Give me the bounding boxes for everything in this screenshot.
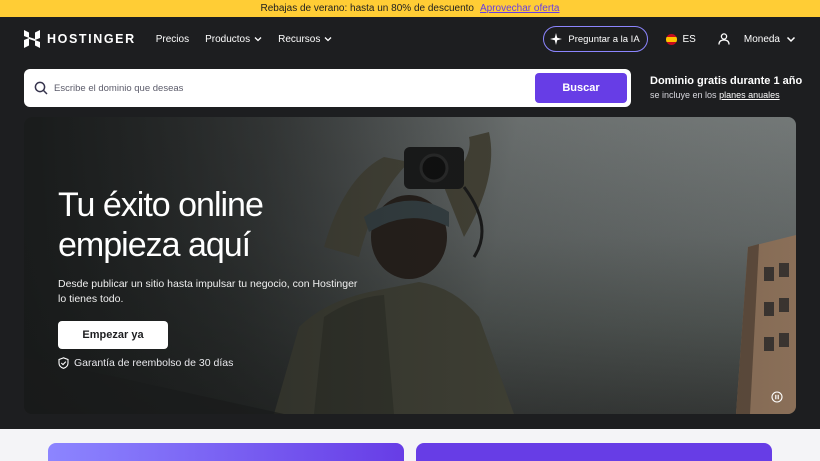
ask-ai-label: Preguntar a la IA (568, 33, 640, 45)
domain-search-bar: Buscar (24, 69, 631, 107)
feature-card-right (416, 443, 772, 461)
promo-link[interactable]: Aprovechar oferta (480, 3, 560, 14)
currency-label: Moneda (743, 33, 780, 45)
ask-ai-button[interactable]: Preguntar a la IA (542, 26, 648, 52)
nav-right: Preguntar a la IA ES Moneda (542, 26, 796, 52)
chevron-down-icon (324, 37, 332, 42)
hero-title: Tu éxito online empieza aquí (58, 185, 264, 265)
pause-icon (771, 391, 783, 403)
sparkle-icon (550, 33, 563, 45)
lower-section (0, 429, 820, 461)
free-domain-sub-text: se incluye en los (650, 90, 717, 100)
start-now-button[interactable]: Empezar ya (58, 321, 168, 349)
free-domain-promo: Dominio gratis durante 1 año se incluye … (650, 75, 802, 100)
nav-links: Precios Productos Recursos (156, 34, 333, 45)
nav-link-productos[interactable]: Productos (205, 34, 262, 45)
account-button[interactable] (718, 33, 730, 45)
nav-link-label: Precios (155, 33, 190, 45)
hero-title-line2: empieza aquí (58, 226, 251, 264)
language-label: ES (682, 33, 696, 45)
promo-banner: Rebajas de verano: hasta un 80% de descu… (0, 0, 820, 17)
nav-link-label: Productos (205, 33, 251, 45)
hero-photo (24, 117, 796, 414)
search-button[interactable]: Buscar (535, 73, 627, 103)
free-domain-subtitle: se incluye en los planes anuales (650, 90, 802, 100)
domain-search-input[interactable] (54, 82, 535, 94)
flag-es-icon (665, 33, 677, 45)
brand-logo[interactable]: HOSTINGER (24, 30, 136, 48)
feature-card-left (48, 443, 404, 461)
nav-link-precios[interactable]: Precios (156, 34, 189, 45)
user-icon (718, 33, 730, 45)
promo-text: Rebajas de verano: hasta un 80% de descu… (260, 3, 475, 14)
brand-name: HOSTINGER (47, 32, 136, 46)
free-domain-title: Dominio gratis durante 1 año (650, 75, 803, 87)
hero-banner: Tu éxito online empieza aquí Desde publi… (24, 117, 796, 414)
hero-description: Desde publicar un sitio hasta impulsar t… (58, 278, 358, 305)
money-back-guarantee: Garantía de reembolso de 30 días (58, 357, 233, 369)
search-icon (34, 81, 48, 95)
annual-plans-link[interactable]: planes anuales (719, 90, 780, 100)
chevron-down-icon (786, 36, 796, 42)
chevron-down-icon (254, 37, 262, 42)
video-pause-button[interactable] (771, 390, 783, 408)
currency-selector[interactable]: Moneda (744, 34, 796, 45)
nav-link-recursos[interactable]: Recursos (278, 34, 332, 45)
hostinger-logo-icon (24, 30, 40, 48)
hero-title-line1: Tu éxito online (58, 186, 264, 224)
shield-check-icon (58, 357, 69, 369)
nav-link-label: Recursos (278, 33, 321, 45)
guarantee-text: Garantía de reembolso de 30 días (74, 357, 234, 369)
top-nav: HOSTINGER Precios Productos Recursos Pre… (0, 17, 820, 61)
language-selector[interactable]: ES (665, 33, 696, 45)
